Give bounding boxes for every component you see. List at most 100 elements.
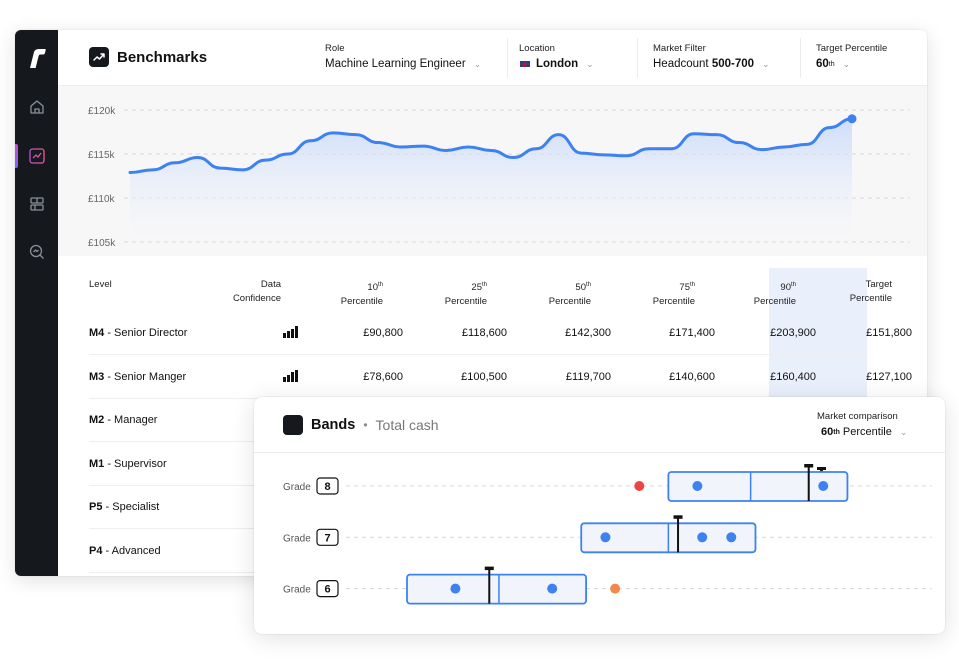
level-name: - Senior Director: [104, 327, 188, 339]
market-marker-cap: [484, 566, 494, 571]
bands-title: Bands • Total cash: [283, 415, 439, 484]
market-comparison-select[interactable]: Market comparison 60th Percentile ⌄: [817, 411, 908, 477]
header-p10-word: Percentile: [340, 296, 383, 308]
p75-cell: £171,400: [669, 327, 715, 339]
market-comparison-word: Percentile: [839, 426, 892, 438]
chevron-down-icon: ⌄: [842, 58, 851, 69]
target-percentile-value: 60: [816, 58, 829, 70]
sidebar: [15, 30, 58, 576]
employee-dot: [697, 532, 708, 543]
signal-bars-icon: [283, 326, 298, 338]
p90-cell: £160,400: [770, 370, 816, 383]
grade-number: 6: [324, 584, 330, 596]
p10-cell: £78,600: [363, 370, 403, 383]
signal-bar: [283, 333, 286, 338]
header-p75: 75th Percentile: [627, 278, 695, 309]
signal-bar: [287, 374, 290, 382]
market-marker-cap: [673, 515, 683, 519]
layout-icon: [283, 415, 303, 484]
p75-cell: £140,600: [669, 370, 715, 383]
header-p10-num: 10: [367, 282, 378, 294]
level-cell: M1 - Supervisor: [89, 458, 167, 470]
outlier-dot: [634, 481, 645, 491]
table-row[interactable]: M3 - Senior Manger £78,600 £100,500 £119,70…: [89, 355, 912, 399]
trend-icon[interactable]: [28, 147, 46, 165]
grade-number: 7: [324, 532, 330, 544]
employee-dot: [600, 532, 611, 543]
target-cell: £127,100: [866, 370, 912, 383]
trend-icon: [89, 47, 109, 67]
level-name: - Manager: [104, 414, 158, 427]
level-name: - Specialist: [102, 501, 160, 514]
header-p25-sup: th: [481, 282, 487, 288]
home-icon[interactable]: [28, 98, 46, 116]
header-target: Target Percentile: [824, 278, 892, 306]
filter-divider: [637, 38, 638, 78]
p50-cell: £119,700: [565, 370, 611, 383]
grade-label: Grade: [283, 585, 311, 596]
signal-bar: [295, 369, 298, 382]
level-cell: M4 - Senior Director: [89, 327, 187, 339]
grade-number: 8: [324, 481, 330, 493]
header-target-line2: Percentile: [849, 293, 892, 304]
p50-cell: £142,300: [565, 327, 611, 339]
employee-dot: [692, 481, 703, 491]
level-name: - Senior Manger: [104, 370, 187, 383]
employee-dot: [450, 583, 461, 594]
target-percentile-filter[interactable]: Target Percentile 60th ⌄: [816, 30, 887, 86]
bands-title-text: Bands: [311, 417, 356, 433]
level-name: - Supervisor: [104, 457, 167, 470]
band-range: [406, 573, 587, 605]
header-confidence-line1: Data: [260, 279, 281, 290]
market-comparison-label: Market comparison: [817, 411, 898, 422]
benchmark-chart: £120k £115k £110k £105k: [58, 86, 927, 256]
app-logo[interactable]: [26, 46, 48, 70]
header-confidence-line2: Confidence: [232, 293, 281, 304]
market-filter[interactable]: Market Filter Headcount 500-700 ⌄: [653, 30, 770, 86]
header-p25: 25th Percentile: [419, 278, 487, 309]
signal-bar: [291, 372, 294, 382]
filter-divider: [800, 38, 801, 78]
target-percentile-suffix: th: [828, 60, 835, 68]
header-p90: 90th Percentile: [728, 278, 796, 309]
target-cell: £151,800: [866, 327, 912, 339]
active-nav-indicator: [15, 144, 18, 168]
header-p50-num: 50: [575, 282, 586, 294]
location-filter-value: London: [536, 58, 579, 70]
search-chart-icon[interactable]: [28, 243, 46, 261]
bands-card: Bands • Total cash Market comparison 60 t…: [254, 397, 945, 634]
header-p25-word: Percentile: [444, 296, 487, 308]
chevron-down-icon: ⌄: [473, 58, 482, 69]
bands-header: Bands • Total cash Market comparison 60 t…: [254, 397, 945, 484]
level-code: M1: [89, 457, 105, 470]
uk-flag-icon: [519, 60, 531, 68]
chevron-down-icon: ⌄: [899, 426, 908, 437]
role-filter-value: Machine Learning Engineer: [325, 58, 466, 70]
y-tick-label: £115k: [88, 150, 116, 161]
location-filter-label: Location: [519, 43, 555, 54]
signal-bar: [291, 328, 294, 338]
bands-subtitle: Total cash: [375, 417, 439, 433]
table-row[interactable]: M4 - Senior Director £90,800 £118,600 £142,…: [89, 311, 912, 355]
y-tick-label: £120k: [88, 106, 116, 117]
title-separator: •: [363, 418, 368, 432]
header-p90-sup: th: [790, 282, 796, 288]
market-marker-cap: [804, 464, 814, 468]
header-p75-sup: th: [689, 282, 695, 288]
page-header: Benchmarks Role Machine Learning Enginee…: [58, 30, 927, 86]
header-confidence: Data Confidence: [215, 278, 281, 306]
level-code: M3: [89, 370, 105, 383]
header-p10-sup: th: [377, 282, 383, 288]
role-filter[interactable]: Role Machine Learning Engineer ⌄: [325, 30, 481, 86]
location-filter[interactable]: Location London ⌄: [519, 30, 594, 86]
header-p90-num: 90: [780, 282, 791, 294]
layout-icon[interactable]: [28, 195, 46, 213]
header-p75-word: Percentile: [652, 296, 695, 308]
y-tick-label: £110k: [88, 194, 116, 205]
header-p90-word: Percentile: [753, 296, 796, 308]
market-comparison-value: 60: [821, 426, 834, 438]
level-code: P5: [89, 501, 103, 514]
level-cell: M3 - Senior Manger: [89, 371, 186, 383]
level-cell: P4 - Advanced: [89, 545, 161, 557]
header-p50-word: Percentile: [548, 296, 591, 308]
